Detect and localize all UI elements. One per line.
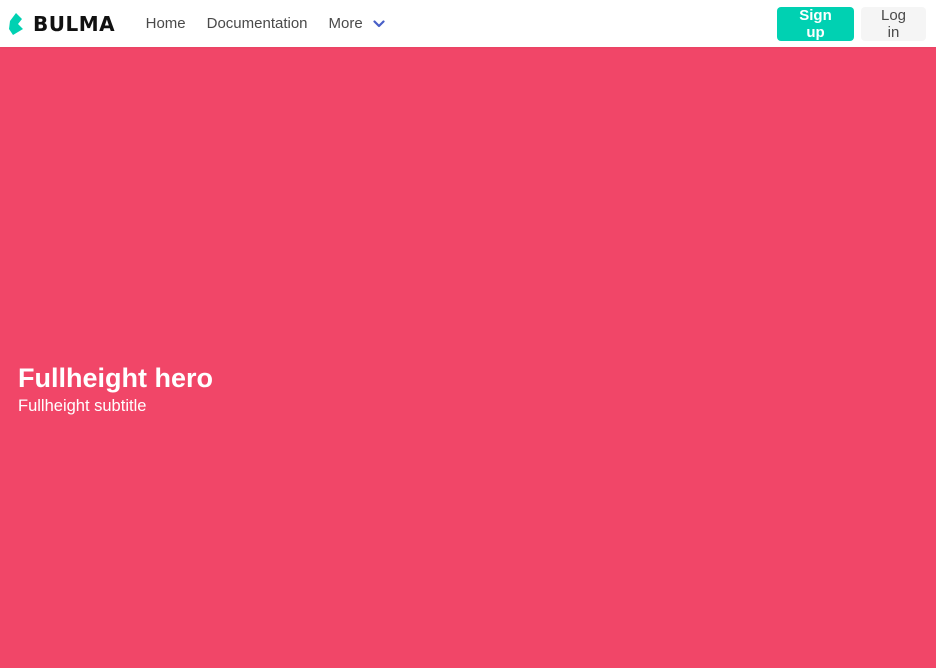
bulma-logo-icon — [9, 12, 23, 35]
hero-subtitle: Fullheight subtitle — [18, 397, 147, 415]
nav-item-home[interactable]: Home — [135, 0, 196, 47]
hero-body: Fullheight hero Fullheight subtitle — [18, 361, 213, 417]
brand-name: BULMA — [33, 11, 116, 36]
navbar: BULMA Home Documentation More Sign up Lo… — [0, 0, 936, 47]
hero-section: Fullheight hero Fullheight subtitle — [0, 47, 936, 668]
chevron-down-icon — [373, 19, 385, 27]
log-in-button[interactable]: Log in — [861, 6, 926, 41]
nav-item-more-label: More — [328, 15, 363, 32]
hero-title: Fullheight hero — [18, 363, 213, 393]
nav-item-more-dropdown[interactable]: More — [318, 0, 395, 47]
navbar-end: Sign up Log in — [777, 6, 936, 41]
sign-up-button[interactable]: Sign up — [777, 6, 854, 41]
brand-logo-link[interactable]: BULMA — [0, 0, 135, 47]
nav-item-documentation[interactable]: Documentation — [196, 0, 318, 47]
